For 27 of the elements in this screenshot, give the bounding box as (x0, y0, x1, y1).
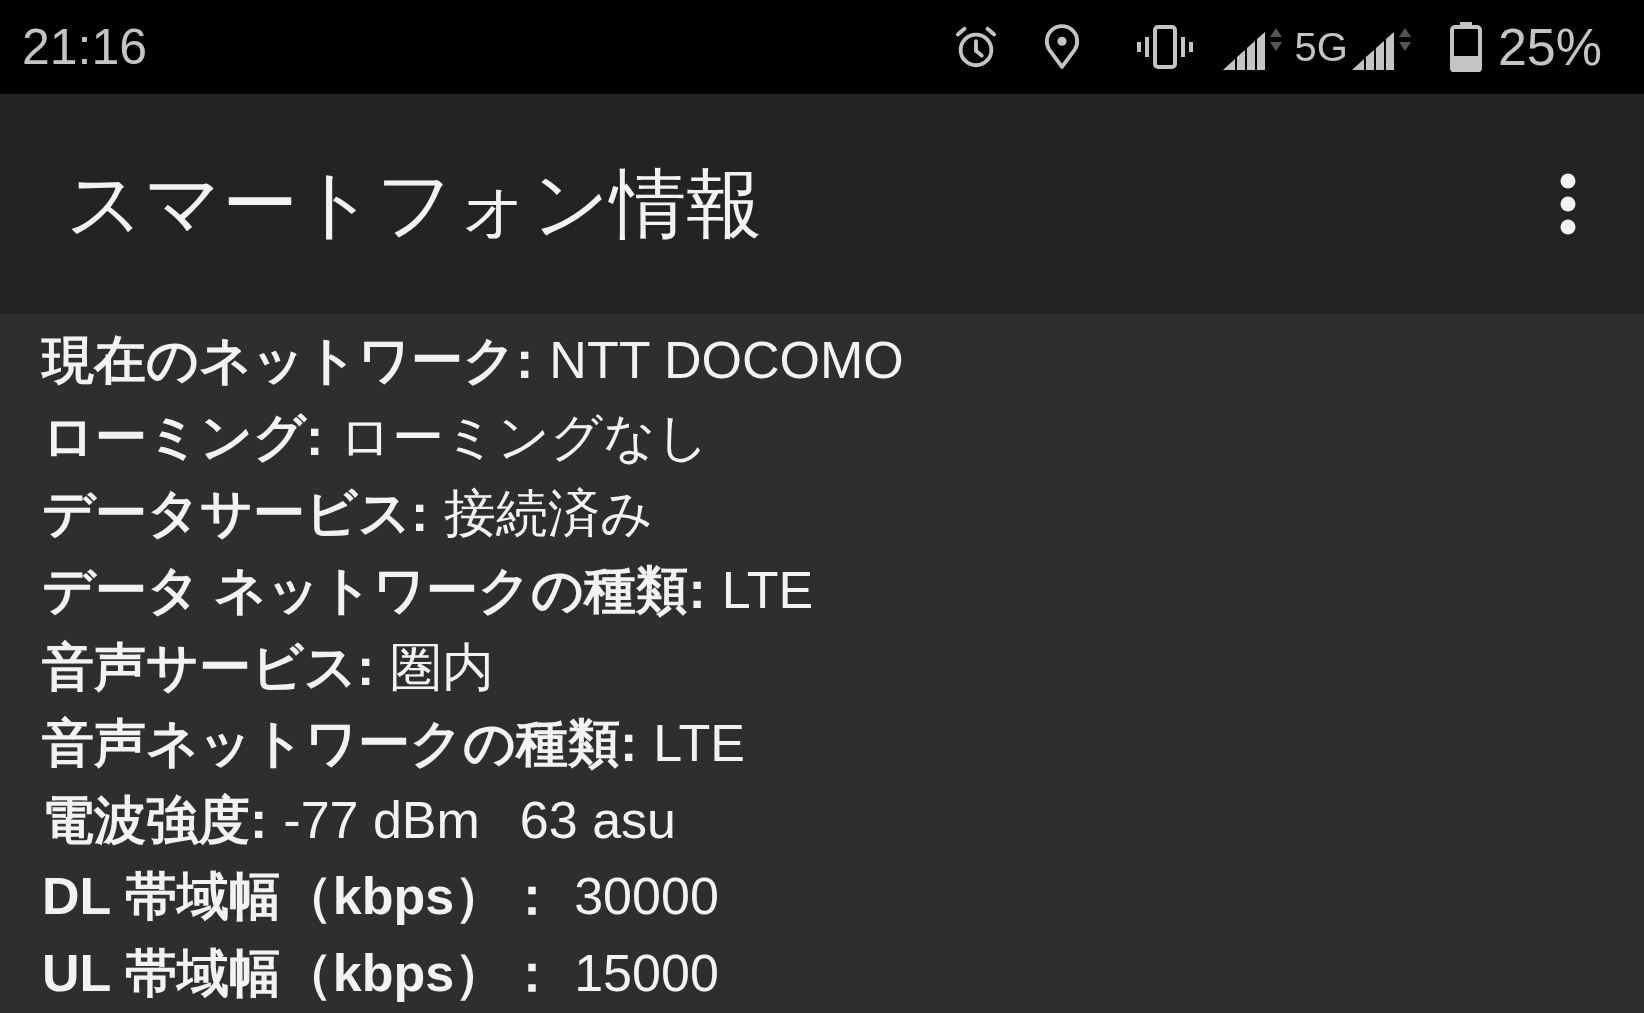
info-label: 現在のネットワーク: (42, 334, 534, 387)
info-value: 63 asu (519, 793, 676, 846)
info-value: 圏内 (390, 640, 495, 693)
info-value: 30000 (574, 870, 719, 923)
info-label: DL 帯域幅（kbps）： (42, 870, 559, 923)
battery-icon (1449, 22, 1482, 72)
info-label: データ ネットワークの種類: (42, 564, 706, 617)
info-label: 音声ネットワークの種類: (42, 717, 638, 770)
location-pin-icon (1042, 24, 1081, 70)
more-vertical-icon (1560, 173, 1576, 235)
info-value: -77 dBm (283, 793, 480, 846)
info-label: データサービス: (42, 487, 429, 540)
info-value: NTT DOCOMO (549, 334, 904, 387)
app-title: スマートフォン情報 (66, 166, 762, 242)
info-value: 15000 (574, 947, 719, 1000)
battery-percent: 25% (1497, 21, 1602, 73)
info-value: LTE (721, 564, 814, 617)
info-label: 音声サービス: (42, 640, 375, 693)
info-label: UL 帯域幅（kbps）： (42, 947, 559, 1000)
vibrate-icon (1136, 25, 1193, 69)
info-value: LTE (653, 717, 745, 770)
network-type-label: 5G (1294, 27, 1348, 67)
info-value: 接続済み (444, 487, 654, 540)
info-label: ローミング: (42, 410, 324, 463)
info-value: ローミングなし (339, 410, 710, 463)
status-time: 21:16 (22, 22, 148, 72)
info-label: 電波強度: (42, 793, 268, 846)
